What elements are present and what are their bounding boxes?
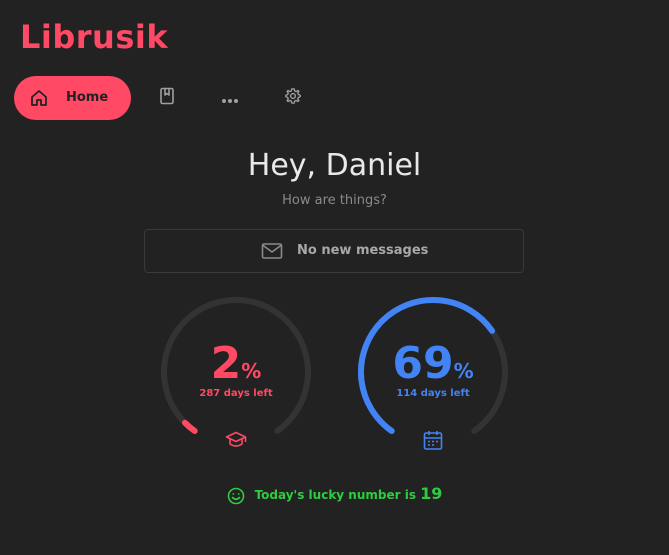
gauge-value: 2% (161, 338, 311, 389)
messages-box[interactable]: No new messages (144, 229, 524, 273)
app-logo: Librusik (20, 18, 169, 56)
home-icon (30, 89, 48, 107)
nav-more-button[interactable] (218, 86, 242, 110)
gauge-value-number: 69 (392, 338, 454, 389)
gauge-subtitle: 114 days left (396, 388, 470, 399)
messages-label: No new messages (297, 243, 429, 258)
nav-settings-button[interactable] (281, 86, 305, 110)
app: Librusik Home Hey, Daniel How are things… (0, 0, 669, 555)
more-icon (221, 89, 239, 108)
nav-book-button[interactable] (155, 86, 179, 110)
mail-icon (261, 242, 283, 260)
gauge-value-unit: % (453, 359, 474, 383)
school-year-gauge: 2% 287 days left (161, 296, 311, 452)
graduation-cap-icon (225, 429, 247, 451)
lucky-number-value: 19 (420, 484, 443, 503)
calendar-icon (422, 429, 444, 451)
semester-gauge: 69% 114 days left (358, 296, 508, 452)
gauge-progress (181, 419, 198, 434)
book-icon (159, 87, 175, 109)
greeting-title: Hey, Daniel (247, 148, 422, 183)
nav-home-label: Home (66, 90, 109, 105)
gear-icon (284, 87, 302, 109)
lucky-number: Today's lucky number is 19 (0, 484, 669, 505)
nav-home-button[interactable]: Home (14, 76, 131, 120)
smile-icon (227, 487, 245, 505)
gauge-value-unit: % (241, 359, 262, 383)
gauge-subtitle: 287 days left (199, 388, 273, 399)
gauge-value: 69% (358, 338, 508, 389)
gauge-value-number: 2 (210, 338, 242, 389)
greeting-subtitle: How are things? (282, 193, 387, 208)
lucky-label: Today's lucky number is (254, 488, 416, 502)
nav-bar: Home (14, 76, 334, 120)
